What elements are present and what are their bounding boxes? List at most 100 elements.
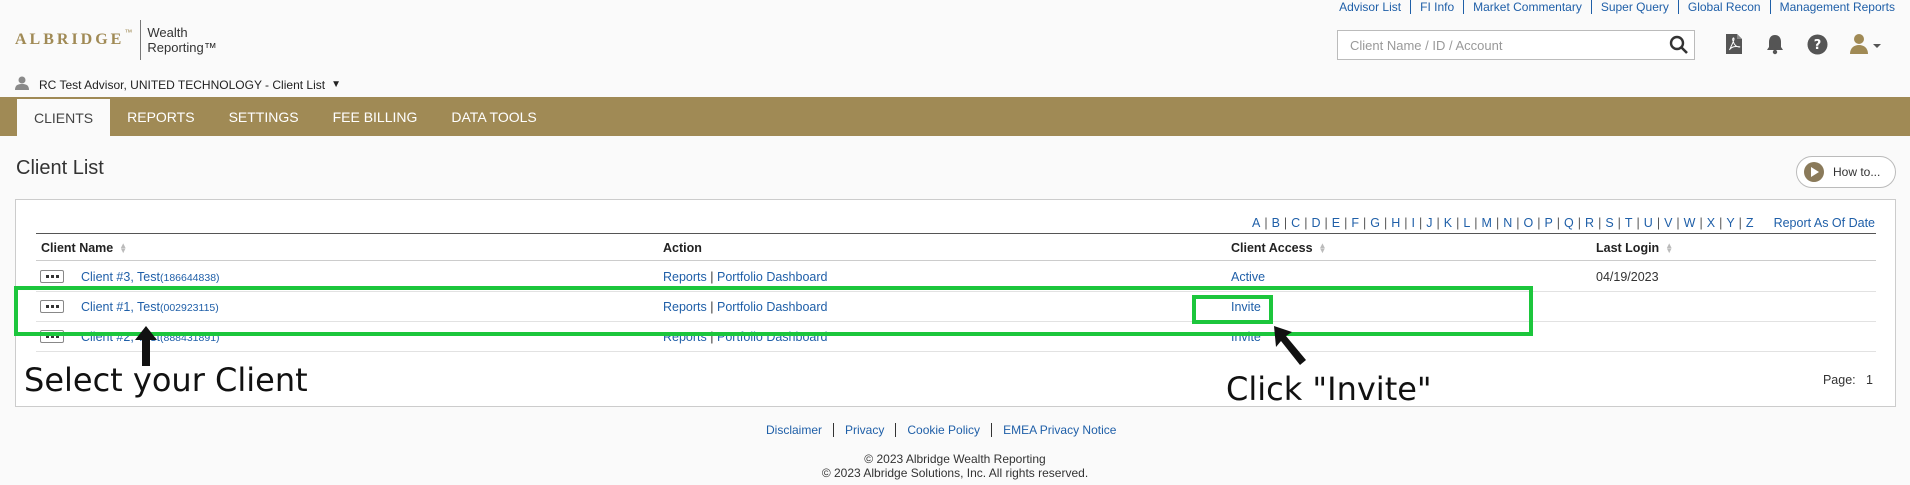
play-icon: [1803, 161, 1825, 183]
alpha-filter-t[interactable]: T: [1625, 216, 1633, 230]
pagination: Page: 1: [1823, 373, 1873, 387]
highlight-invite: [1192, 295, 1273, 324]
alpha-separator: |: [1283, 216, 1288, 230]
alpha-filter-p[interactable]: P: [1544, 216, 1552, 230]
alpha-separator: |: [1516, 216, 1520, 230]
disclaimer-link[interactable]: Disclaimer: [760, 423, 833, 437]
alpha-filter-e[interactable]: E: [1332, 216, 1340, 230]
user-icon[interactable]: [1850, 33, 1882, 55]
col-client-access[interactable]: Client Access ▲ ▼: [1231, 241, 1326, 255]
alpha-filter-b[interactable]: B: [1272, 216, 1280, 230]
fi-info-link[interactable]: FI Info: [1410, 0, 1463, 14]
emea-privacy-link[interactable]: EMEA Privacy Notice: [991, 423, 1127, 437]
alpha-filter-u[interactable]: U: [1644, 216, 1653, 230]
col-last-login[interactable]: Last Login ▲ ▼: [1596, 241, 1673, 255]
alpha-separator: |: [1738, 216, 1742, 230]
cookie-policy-link[interactable]: Cookie Policy: [895, 423, 991, 437]
arrow-pointer-icon: [1274, 326, 1306, 365]
alpha-filter-o[interactable]: O: [1523, 216, 1533, 230]
client-name-cell: Client #3, Test(186644838): [81, 270, 220, 284]
tab-fee-billing[interactable]: FEE BILLING: [316, 97, 435, 136]
alpha-separator: |: [1304, 216, 1308, 230]
search-icon[interactable]: [1664, 35, 1694, 55]
header-icons: ?: [1725, 33, 1882, 55]
annotation-select-client: Select your Client: [24, 361, 308, 399]
client-search: [1337, 30, 1695, 60]
sort-icon: ▲ ▼: [119, 241, 128, 255]
alpha-filter-q[interactable]: Q: [1564, 216, 1574, 230]
page-label: Page:: [1822, 373, 1856, 387]
alpha-filter-y[interactable]: Y: [1726, 216, 1734, 230]
portfolio-dashboard-link[interactable]: Portfolio Dashboard: [717, 270, 827, 284]
alpha-separator: |: [1344, 216, 1348, 230]
pdf-icon[interactable]: [1725, 33, 1743, 55]
chevron-down-icon[interactable]: ▼: [331, 79, 341, 90]
col-client-name[interactable]: Client Name ▲ ▼: [41, 241, 127, 255]
footer-links: Disclaimer Privacy Cookie Policy EMEA Pr…: [760, 423, 1705, 437]
alpha-filter-z[interactable]: Z: [1746, 216, 1754, 230]
advisor-list-link[interactable]: Advisor List: [1330, 0, 1410, 14]
how-to-button[interactable]: How to...: [1796, 156, 1896, 188]
privacy-link[interactable]: Privacy: [833, 423, 895, 437]
col-client-access-label: Client Access: [1231, 241, 1313, 255]
alpha-filter-c[interactable]: C: [1291, 216, 1300, 230]
alpha-filter-k[interactable]: K: [1444, 216, 1452, 230]
alpha-separator: |: [1495, 216, 1500, 230]
tab-clients[interactable]: CLIENTS: [17, 99, 111, 136]
client-name-link[interactable]: Client #3, Test(186644838): [81, 270, 220, 284]
advisor-user-icon: [15, 76, 29, 93]
client-name: Client #3, Test: [81, 270, 160, 284]
sort-icon: ▲ ▼: [1665, 241, 1674, 255]
action-separator: |: [710, 270, 714, 284]
col-action: Action: [663, 241, 702, 255]
tab-data-tools[interactable]: DATA TOOLS: [434, 97, 553, 136]
management-reports-link[interactable]: Management Reports: [1769, 0, 1904, 14]
tab-settings[interactable]: SETTINGS: [212, 97, 316, 136]
alpha-separator: |: [1324, 216, 1328, 230]
alpha-separator: |: [1656, 216, 1661, 230]
alpha-separator: |: [1617, 216, 1621, 230]
albridge-logo[interactable]: ALBRIDGE ™ Wealth Reporting™: [15, 20, 217, 60]
client-access-status[interactable]: Active: [1231, 270, 1265, 284]
client-id: (186644838): [159, 272, 220, 284]
alpha-filter-x[interactable]: X: [1707, 216, 1715, 230]
alpha-separator: |: [1418, 216, 1423, 230]
main-nav: CLIENTS REPORTS SETTINGS FEE BILLING DAT…: [0, 97, 1910, 136]
row-menu-button[interactable]: [40, 270, 64, 283]
alpha-separator: |: [1537, 216, 1541, 230]
bell-icon[interactable]: [1765, 33, 1785, 55]
alpha-separator: |: [1404, 216, 1408, 230]
alphabet-letters: A | B | C | D | E | F | G | H | I | J | K | L | M | N | O | P | Q | R | S | T |…: [1252, 216, 1754, 230]
alpha-filter-m[interactable]: M: [1482, 216, 1492, 230]
col-client-name-label: Client Name: [41, 241, 114, 255]
alpha-filter-s[interactable]: S: [1605, 216, 1613, 230]
top-links: Advisor List FI Info Market Commentary S…: [1330, 0, 1904, 14]
alpha-filter-f[interactable]: F: [1351, 216, 1359, 230]
tab-reports[interactable]: REPORTS: [110, 97, 211, 136]
client-access-cell: Active: [1231, 270, 1265, 284]
alpha-separator: |: [1436, 216, 1440, 230]
table-header: Client Name ▲ ▼ Action Client Access ▲ ▼ L…: [36, 233, 1876, 261]
page-number[interactable]: 1: [1866, 373, 1873, 387]
alpha-filter-w[interactable]: W: [1684, 216, 1696, 230]
how-to-label: How to...: [1833, 165, 1881, 179]
reports-link[interactable]: Reports: [663, 270, 707, 284]
report-as-of-date-link[interactable]: Report As Of Date: [1774, 216, 1875, 230]
advisor-label: RC Test Advisor, UNITED TECHNOLOGY - Cli…: [39, 77, 326, 92]
copyright-1: © 2023 Albridge Wealth Reporting: [864, 452, 1046, 466]
market-commentary-link[interactable]: Market Commentary: [1463, 0, 1591, 14]
search-input[interactable]: [1338, 31, 1664, 59]
logo-word: ALBRIDGE: [15, 31, 125, 48]
annotation-click-invite: Click "Invite": [1226, 370, 1432, 408]
alpha-filter-r[interactable]: R: [1585, 216, 1594, 230]
super-query-link[interactable]: Super Query: [1590, 0, 1678, 14]
alpha-filter-n[interactable]: N: [1503, 216, 1512, 230]
global-recon-link[interactable]: Global Recon: [1677, 0, 1770, 14]
logo-sub-line1: Wealth: [147, 25, 188, 40]
alpha-separator: |: [1699, 216, 1703, 230]
alpha-filter-g[interactable]: G: [1370, 216, 1380, 230]
help-icon[interactable]: ?: [1807, 34, 1828, 55]
alpha-filter-h[interactable]: H: [1391, 216, 1400, 230]
alpha-separator: |: [1719, 216, 1723, 230]
advisor-selector[interactable]: RC Test Advisor, UNITED TECHNOLOGY - Cli…: [15, 76, 341, 93]
